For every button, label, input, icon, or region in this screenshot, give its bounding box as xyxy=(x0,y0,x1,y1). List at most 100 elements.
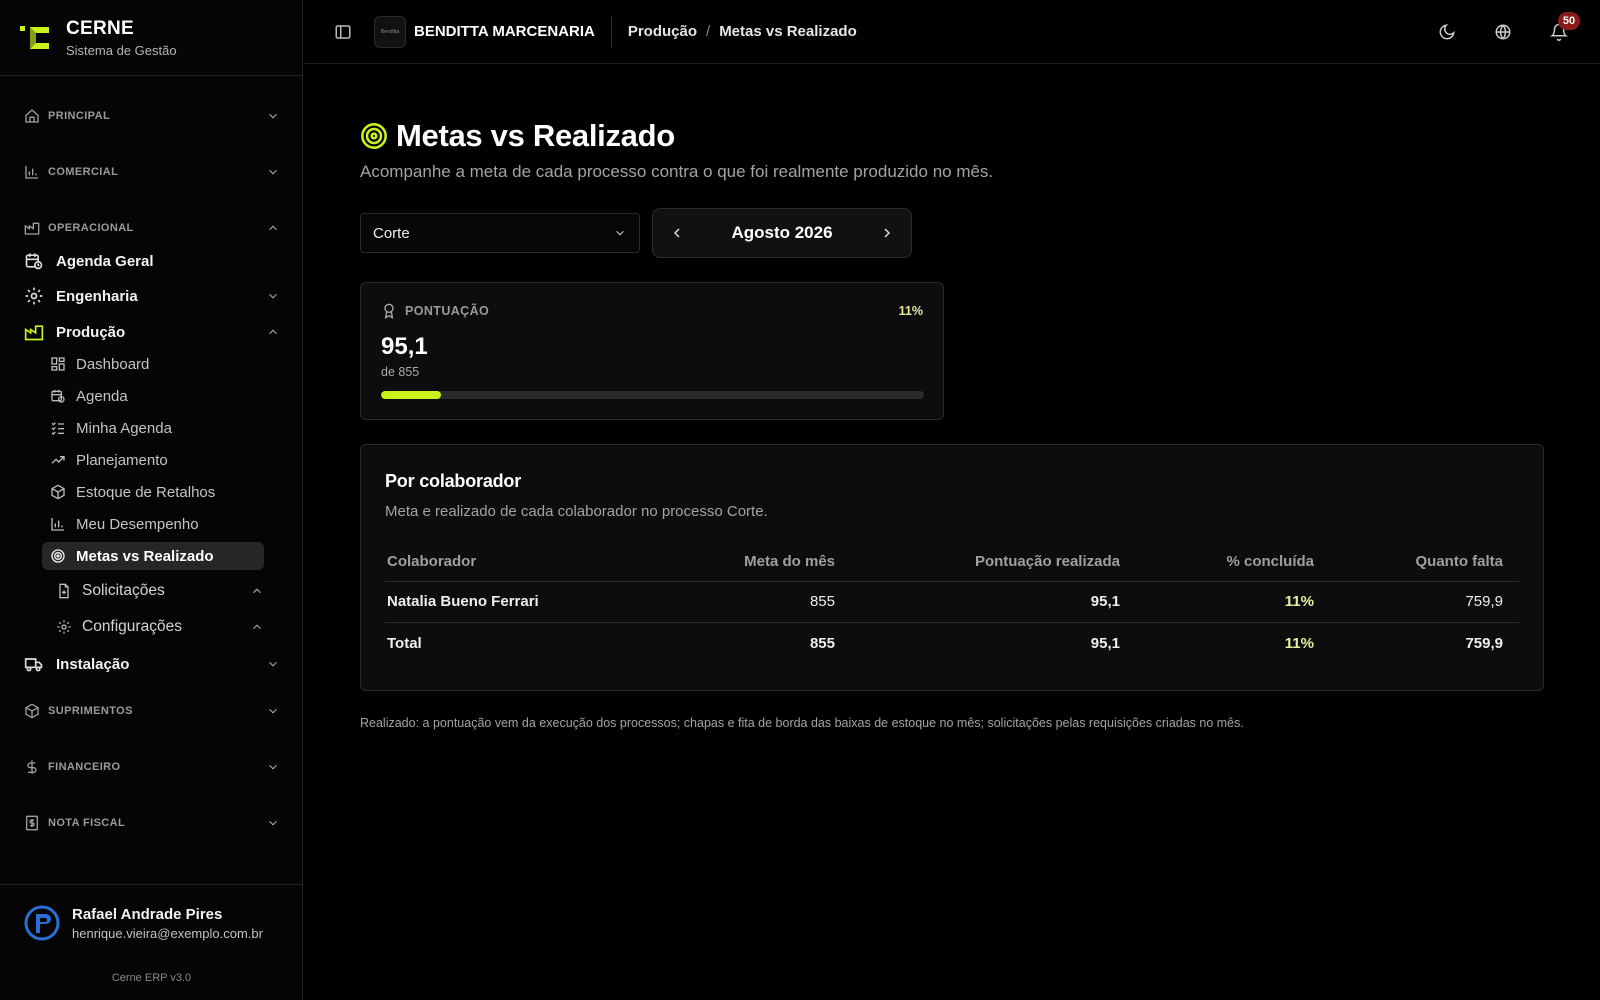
score-target: de 855 xyxy=(381,365,420,379)
target-icon xyxy=(51,549,65,563)
sidebar-sub-label: Metas vs Realizado xyxy=(76,547,214,565)
chevron-down-icon xyxy=(269,764,277,770)
score-percent: 11% xyxy=(898,304,923,318)
receipt-icon xyxy=(26,815,38,831)
sidebar-item-agenda-geral[interactable]: Agenda Geral xyxy=(24,247,280,275)
sidebar-item-instalacao[interactable]: Instalação xyxy=(24,650,280,678)
breadcrumb-parent[interactable]: Produção xyxy=(628,23,697,40)
file-plus-icon xyxy=(59,583,69,599)
notifications-button[interactable]: 50 xyxy=(1549,12,1580,41)
sidebar-sub-label: Configurações xyxy=(82,618,182,635)
sidebar-item-label: Engenharia xyxy=(56,287,138,305)
process-select-value: Corte xyxy=(373,224,410,242)
bar-chart-icon xyxy=(51,518,64,531)
sidebar-sub-label: Planejamento xyxy=(76,451,168,469)
box-icon xyxy=(51,484,65,500)
bar-chart-icon xyxy=(25,166,38,179)
sidebar-item-producao[interactable]: Produção xyxy=(24,318,280,346)
gear-icon xyxy=(57,620,71,634)
chevron-down-icon xyxy=(269,820,277,826)
sidebar: CERNE Sistema de Gestão PRINCIPAL COMERC… xyxy=(0,0,303,1000)
app-version: Cerne ERP v3.0 xyxy=(111,972,192,984)
sidebar-toggle-icon[interactable] xyxy=(334,23,352,41)
sidebar-sub-agenda[interactable]: Agenda xyxy=(42,382,264,410)
sidebar-sub-label: Meu Desempenho xyxy=(76,515,199,533)
month-label: Agosto 2026 xyxy=(731,223,833,242)
sidebar-item-engenharia[interactable]: Engenharia xyxy=(24,282,280,310)
sidebar-group-solicitacoes[interactable]: Solicitações xyxy=(46,577,264,605)
page-title: Metas vs Realizado xyxy=(396,118,675,153)
section-label: COMERCIAL xyxy=(48,166,119,178)
sidebar-sub-estoque-retalhos[interactable]: Estoque de Retalhos xyxy=(42,478,264,506)
table-row: Natalia Bueno Ferrari 855 95,1 11% 759,9 xyxy=(385,581,1519,623)
page-subtitle: Acompanhe a meta de cada processo contra… xyxy=(360,162,994,181)
section-operacional[interactable]: OPERACIONAL xyxy=(24,218,280,238)
logo-icon xyxy=(20,25,49,49)
process-select[interactable]: Corte xyxy=(360,213,640,253)
sidebar-sub-label: Dashboard xyxy=(76,355,150,373)
dashboard-grid-icon xyxy=(51,357,65,371)
collaborator-table: Colaborador Meta do mês Pontuação realiz… xyxy=(385,543,1519,664)
calendar-clock-icon xyxy=(25,253,43,270)
total-meta: 855 xyxy=(809,634,835,652)
award-icon xyxy=(384,303,394,319)
sidebar-sub-meu-desempenho[interactable]: Meu Desempenho xyxy=(42,510,264,538)
section-label: OPERACIONAL xyxy=(48,222,134,234)
sidebar-item-label: Agenda Geral xyxy=(56,252,154,270)
collaborator-description: Meta e realizado de cada colaborador no … xyxy=(385,503,768,520)
sidebar-sub-dashboard[interactable]: Dashboard xyxy=(42,350,264,378)
table-total-row: Total 855 95,1 11% 759,9 xyxy=(385,622,1519,664)
section-label: NOTA FISCAL xyxy=(48,817,126,829)
company-logo: Benditta xyxy=(374,15,406,48)
sidebar-sub-metas-vs-realizado[interactable]: Metas vs Realizado xyxy=(42,542,264,570)
avatar xyxy=(24,905,60,941)
section-label: PRINCIPAL xyxy=(48,110,111,122)
cell-percent: 11% xyxy=(1120,581,1314,623)
score-progress-bar xyxy=(381,391,924,399)
topbar: Benditta BENDITTA MARCENARIA Produção / … xyxy=(304,0,1600,64)
section-principal[interactable]: PRINCIPAL xyxy=(24,106,280,126)
sidebar-sub-planejamento[interactable]: Planejamento xyxy=(42,446,264,474)
list-check-icon xyxy=(51,422,64,435)
section-comercial[interactable]: COMERCIAL xyxy=(24,162,280,182)
app-name: CERNE xyxy=(66,17,135,39)
user-panel[interactable]: Rafael Andrade Pires henrique.vieira@exe… xyxy=(0,884,303,1000)
breadcrumb-current: Metas vs Realizado xyxy=(719,23,857,40)
moon-icon[interactable] xyxy=(1438,23,1456,41)
chevron-up-icon xyxy=(253,624,261,630)
section-label: SUPRIMENTOS xyxy=(48,705,133,717)
chevron-left-icon[interactable] xyxy=(669,225,685,241)
sidebar-sub-label: Agenda xyxy=(76,387,128,405)
collaborator-card: Por colaborador Meta e realizado de cada… xyxy=(360,444,1544,691)
score-value: 95,1 xyxy=(381,333,428,360)
section-nota-fiscal[interactable]: NOTA FISCAL xyxy=(24,813,280,833)
total-realizado: 95,1 xyxy=(1090,634,1120,652)
trend-up-icon xyxy=(51,456,65,464)
brand-header[interactable]: CERNE Sistema de Gestão xyxy=(0,0,302,76)
footnote: Realizado: a pontuação vem da execução d… xyxy=(360,716,1244,730)
chevron-up-icon xyxy=(269,329,277,335)
sidebar-sub-label: Estoque de Retalhos xyxy=(76,483,216,501)
globe-icon[interactable] xyxy=(1494,23,1512,41)
truck-icon xyxy=(24,658,43,672)
cell-meta: 855 xyxy=(685,581,835,623)
collaborator-title: Por colaborador xyxy=(385,471,522,491)
company-name: BENDITTA MARCENARIA xyxy=(414,23,595,40)
total-falta: 759,9 xyxy=(1465,634,1503,652)
notification-badge: 50 xyxy=(1558,12,1580,30)
section-financeiro[interactable]: FINANCEIRO xyxy=(24,757,280,777)
chevron-down-icon xyxy=(269,661,277,667)
section-suprimentos[interactable]: SUPRIMENTOS xyxy=(24,701,280,721)
col-colaborador: Colaborador xyxy=(385,543,685,582)
sidebar-sub-label: Minha Agenda xyxy=(76,419,172,437)
sidebar-item-label: Produção xyxy=(56,323,126,341)
company-switcher[interactable]: Benditta BENDITTA MARCENARIA xyxy=(374,15,612,48)
home-icon xyxy=(25,109,39,123)
sidebar-sub-minha-agenda[interactable]: Minha Agenda xyxy=(42,414,264,442)
chevron-right-icon[interactable] xyxy=(879,225,895,241)
chevron-down-icon xyxy=(269,708,277,714)
cell-name: Natalia Bueno Ferrari xyxy=(385,581,685,623)
sidebar-group-configuracoes[interactable]: Configurações xyxy=(46,613,264,641)
factory-icon xyxy=(24,222,40,235)
score-progress-fill xyxy=(381,391,442,399)
